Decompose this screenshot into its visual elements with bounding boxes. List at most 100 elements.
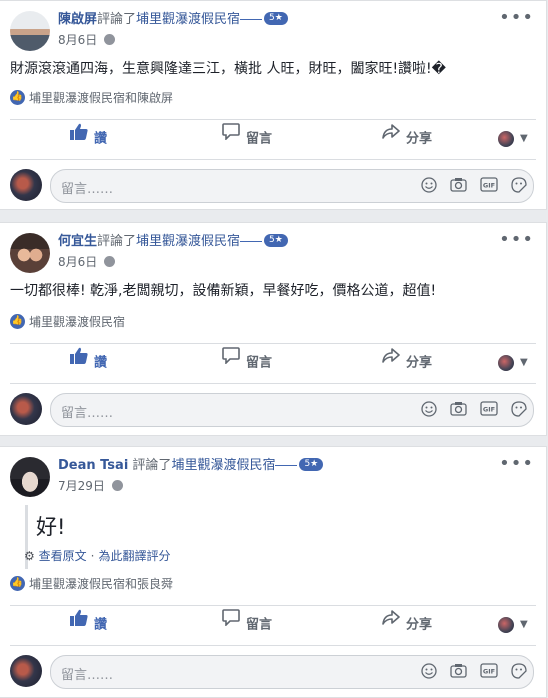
thumbs-up-icon <box>70 120 88 154</box>
sticker-icon[interactable] <box>511 400 527 421</box>
page-link[interactable]: 埔里觀瀑渡假民宿 <box>171 458 275 473</box>
user-avatar[interactable] <box>10 655 42 687</box>
like-button[interactable]: 讚 <box>70 346 107 380</box>
user-avatar[interactable] <box>10 393 42 425</box>
likes-summary[interactable]: 👍 埔里觀瀑渡假民宿和陳啟屏 <box>10 90 173 106</box>
author-avatar[interactable] <box>10 457 50 497</box>
camera-icon[interactable] <box>450 177 467 196</box>
post-date[interactable]: 8月6日 <box>58 255 97 269</box>
review-post-3: Dean Tsai 評論了埔里觀瀑渡假民宿 5★ 7月29日 ••• 好! ⚙ 查… <box>0 446 547 698</box>
like-reaction-icon: 👍 <box>10 576 25 591</box>
translation-row: ⚙ 查看原文 · 為此翻譯評分 <box>24 547 170 564</box>
author-name[interactable]: 何宜生 <box>58 234 97 249</box>
comment-input[interactable]: 留言…… GIF <box>50 169 534 203</box>
profile-avatar-mini <box>498 355 514 371</box>
more-options-button[interactable]: ••• <box>499 453 534 474</box>
user-avatar[interactable] <box>10 169 42 201</box>
like-button[interactable]: 讚 <box>70 122 107 156</box>
comment-button[interactable]: 留言 <box>222 608 272 642</box>
divider <box>10 119 536 120</box>
caret-down-icon: ▼ <box>520 619 528 630</box>
divider <box>10 159 536 160</box>
comment-composer: 留言…… GIF <box>0 165 546 205</box>
action-text: 評論了 <box>132 458 172 473</box>
comment-tools: GIF <box>413 176 527 196</box>
badge-connector <box>275 465 298 466</box>
caret-down-icon: ▼ <box>520 133 528 144</box>
svg-text:GIF: GIF <box>483 182 495 190</box>
profile-avatar-mini <box>498 131 514 147</box>
share-button[interactable]: 分享 <box>382 122 432 156</box>
comment-placeholder: 留言…… <box>61 406 114 421</box>
camera-icon[interactable] <box>450 401 467 420</box>
share-arrow-icon <box>382 120 400 154</box>
post-date-row: 8月6日 <box>58 32 116 48</box>
comment-tools: GIF <box>413 662 527 682</box>
badge-connector <box>240 19 263 20</box>
comment-placeholder: 留言…… <box>61 668 114 683</box>
gear-icon: ⚙ <box>24 549 35 563</box>
comment-input[interactable]: 留言…… GIF <box>50 393 534 427</box>
likers-text[interactable]: 埔里觀瀑渡假民宿 <box>29 315 125 329</box>
post-date[interactable]: 7月29日 <box>58 479 105 493</box>
sticker-icon[interactable] <box>511 662 527 683</box>
share-arrow-icon <box>382 606 400 640</box>
like-label: 讚 <box>94 355 108 371</box>
post-actions: 讚 留言 分享 ▼ <box>0 608 546 642</box>
share-button[interactable]: 分享 <box>382 346 432 380</box>
emoji-icon[interactable] <box>421 662 437 683</box>
see-original-link[interactable]: 查看原文 <box>39 549 87 563</box>
divider <box>10 605 536 606</box>
divider <box>10 383 536 384</box>
more-options-button[interactable]: ••• <box>499 7 534 28</box>
comment-input[interactable]: 留言…… GIF <box>50 655 534 689</box>
more-options-button[interactable]: ••• <box>499 229 534 250</box>
review-text: 一切都很棒! 乾淨,老闆親切，設備新穎，早餐好吃，價格公道，超值! <box>10 283 437 299</box>
speech-bubble-icon <box>222 606 240 640</box>
rate-translation-link[interactable]: 為此翻譯評分 <box>98 549 170 563</box>
react-as-selector[interactable]: ▼ <box>498 122 528 156</box>
likers-text[interactable]: 埔里觀瀑渡假民宿和陳啟屏 <box>29 91 173 105</box>
comment-composer: 留言…… GIF <box>0 651 546 691</box>
badge-connector <box>240 241 263 242</box>
emoji-icon[interactable] <box>421 400 437 421</box>
post-date-row: 8月6日 <box>58 254 116 270</box>
comment-label: 留言 <box>246 355 273 371</box>
camera-icon[interactable] <box>450 663 467 682</box>
share-button[interactable]: 分享 <box>382 608 432 642</box>
gif-icon[interactable]: GIF <box>480 401 498 420</box>
gif-icon[interactable]: GIF <box>480 663 498 682</box>
speech-bubble-icon <box>222 120 240 154</box>
post-actions: 讚 留言 分享 ▼ <box>0 122 546 156</box>
post-date[interactable]: 8月6日 <box>58 33 97 47</box>
comment-button[interactable]: 留言 <box>222 346 272 380</box>
separator-dot: · <box>90 549 95 563</box>
likers-text[interactable]: 埔里觀瀑渡假民宿和張良舜 <box>29 577 173 591</box>
react-as-selector[interactable]: ▼ <box>498 346 528 380</box>
react-as-selector[interactable]: ▼ <box>498 608 528 642</box>
comment-button[interactable]: 留言 <box>222 122 272 156</box>
sticker-icon[interactable] <box>511 176 527 197</box>
page-link[interactable]: 埔里觀瀑渡假民宿 <box>136 234 240 249</box>
comment-label: 留言 <box>246 617 273 633</box>
post-header: 陳啟屏評論了埔里觀瀑渡假民宿 5★ <box>58 11 288 29</box>
post-header: 何宜生評論了埔里觀瀑渡假民宿 5★ <box>58 233 288 251</box>
rating-badge: 5★ <box>264 234 288 247</box>
author-avatar[interactable] <box>10 11 50 51</box>
page-link[interactable]: 埔里觀瀑渡假民宿 <box>136 12 240 27</box>
like-button[interactable]: 讚 <box>70 608 107 642</box>
post-actions: 讚 留言 分享 ▼ <box>0 346 546 380</box>
thumbs-up-icon <box>70 344 88 378</box>
emoji-icon[interactable] <box>421 176 437 197</box>
author-name[interactable]: 陳啟屏 <box>58 12 97 27</box>
svg-text:GIF: GIF <box>483 668 495 676</box>
likes-summary[interactable]: 👍 埔里觀瀑渡假民宿 <box>10 314 125 330</box>
author-name[interactable]: Dean Tsai <box>58 458 128 473</box>
likes-summary[interactable]: 👍 埔里觀瀑渡假民宿和張良舜 <box>10 576 173 592</box>
author-avatar[interactable] <box>10 233 50 273</box>
gif-icon[interactable]: GIF <box>480 177 498 196</box>
rating-badge: 5★ <box>299 458 324 471</box>
globe-icon <box>104 256 116 267</box>
globe-icon <box>111 480 123 491</box>
globe-icon <box>104 34 116 45</box>
